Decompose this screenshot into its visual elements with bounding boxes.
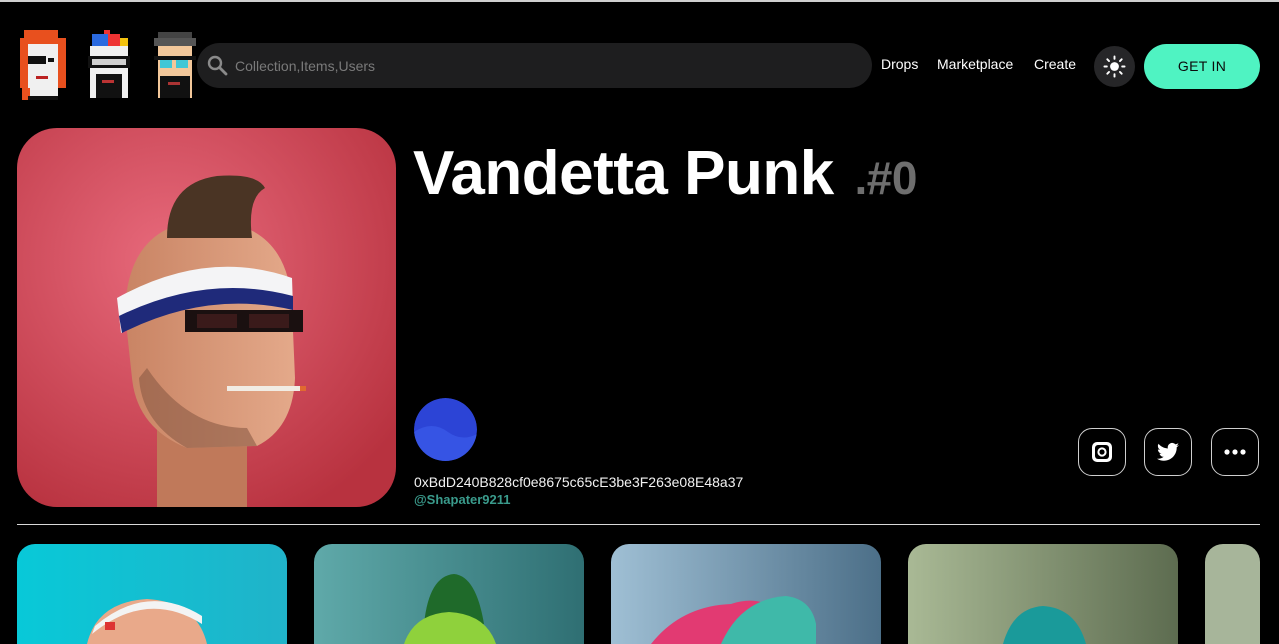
nft-card[interactable] (314, 544, 584, 644)
header: Drops Marketplace Create GET IN (0, 2, 1279, 100)
instagram-button[interactable] (1078, 428, 1126, 476)
nft-card-image (314, 544, 584, 644)
theme-toggle-button[interactable] (1094, 46, 1135, 87)
nft-image[interactable] (17, 128, 396, 507)
punk-logo-propeller-cap[interactable] (84, 30, 134, 100)
nav-drops[interactable]: Drops (881, 56, 918, 72)
owner-address[interactable]: 0xBdD240B828cf0e8675c65cE3be3F263e08E48a… (414, 474, 743, 490)
search-bar[interactable] (197, 43, 872, 88)
nav-create[interactable]: Create (1034, 56, 1076, 72)
more-horizontal-icon (1224, 449, 1246, 455)
owner-handle[interactable]: @Shapater9211 (414, 492, 511, 507)
avatar-image (414, 398, 477, 461)
nft-card-image (611, 544, 881, 644)
nft-card[interactable] (17, 544, 287, 644)
section-divider (17, 524, 1260, 525)
avatar[interactable] (414, 398, 477, 461)
instagram-icon (1092, 442, 1112, 462)
twitter-icon (1157, 442, 1179, 461)
search-input[interactable] (235, 43, 855, 88)
nft-card[interactable] (611, 544, 881, 644)
nft-card-image (17, 544, 287, 644)
nft-card-image (908, 544, 1178, 644)
nft-artwork (17, 128, 396, 507)
get-in-button[interactable]: GET IN (1144, 44, 1260, 89)
nav-marketplace[interactable]: Marketplace (937, 56, 1013, 72)
twitter-button[interactable] (1144, 428, 1192, 476)
nft-card[interactable] (1205, 544, 1260, 644)
search-icon (207, 55, 228, 76)
punk-logo-red-hair[interactable] (18, 30, 68, 100)
nft-card-image (1205, 544, 1260, 644)
nft-number: .#0 (854, 152, 917, 204)
punk-logo-glasses[interactable] (150, 30, 200, 100)
more-options-button[interactable] (1211, 428, 1259, 476)
nft-title: Vandetta Punk .#0 (413, 138, 917, 208)
nft-card[interactable] (908, 544, 1178, 644)
nft-name: Vandetta Punk (413, 139, 834, 208)
sun-icon (1103, 55, 1126, 78)
